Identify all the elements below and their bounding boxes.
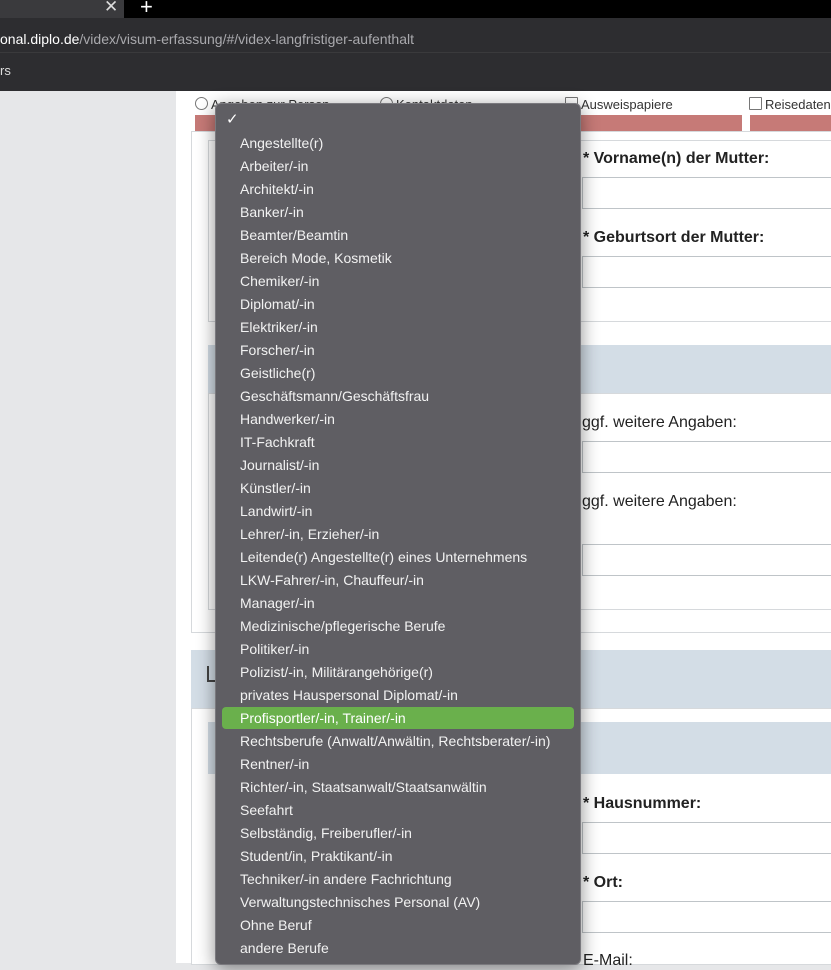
dropdown-option[interactable]: Angestellte(r) <box>222 132 574 154</box>
dropdown-option-selected[interactable]: Profisportler/-in, Trainer/-in <box>222 707 574 729</box>
mother-birthplace-input[interactable] <box>582 256 831 288</box>
close-tab-icon[interactable]: ✕ <box>104 0 118 17</box>
city-input[interactable] <box>582 901 831 933</box>
step-label: Ausweispapiere <box>581 97 673 112</box>
dropdown-option[interactable]: LKW-Fahrer/-in, Chauffeur/-in <box>222 569 574 591</box>
mother-birthplace-label: * Geburtsort der Mutter: <box>583 229 765 246</box>
city-label: * Ort: <box>583 874 623 891</box>
dropdown-option[interactable]: Geistliche(r) <box>222 362 574 384</box>
dropdown-option[interactable]: Ohne Beruf <box>222 914 574 936</box>
dropdown-option[interactable]: Forscher/-in <box>222 339 574 361</box>
dropdown-option[interactable]: Polizist/-in, Militärangehörige(r) <box>222 661 574 683</box>
dropdown-option[interactable]: Landwirt/-in <box>222 500 574 522</box>
additional-info-input[interactable] <box>582 441 831 473</box>
dropdown-option[interactable]: Bereich Mode, Kosmetik <box>222 247 574 269</box>
map-icon <box>749 97 762 110</box>
dropdown-option[interactable]: Chemiker/-in <box>222 270 574 292</box>
dropdown-option[interactable]: Geschäftsmann/Geschäftsfrau <box>222 385 574 407</box>
dropdown-option[interactable]: Richter/-in, Staatsanwalt/Staatsanwältin <box>222 776 574 798</box>
dropdown-option[interactable]: Rentner/-in <box>222 753 574 775</box>
dropdown-option[interactable]: Rechtsberufe (Anwalt/Anwältin, Rechtsber… <box>222 730 574 752</box>
dropdown-option[interactable]: Lehrer/-in, Erzieher/-in <box>222 523 574 545</box>
step-label: Reisedaten <box>765 97 831 112</box>
additional-info-label: ggf. weitere Angaben: <box>582 414 737 431</box>
mother-first-name-label: * Vorname(n) der Mutter: <box>583 150 770 167</box>
checkmark-icon: ✓ <box>226 111 239 128</box>
dropdown-option[interactable]: IT-Fachkraft <box>222 431 574 453</box>
additional-info-input[interactable] <box>582 544 831 576</box>
dropdown-option[interactable]: Elektriker/-in <box>222 316 574 338</box>
dropdown-option[interactable]: Medizinische/pflegerische Berufe <box>222 615 574 637</box>
step-progress-bar-next <box>750 115 831 131</box>
dropdown-option[interactable]: Techniker/-in andere Fachrichtung <box>222 868 574 890</box>
dropdown-option[interactable]: Arbeiter/-in <box>222 155 574 177</box>
email-label: E-Mail: <box>583 952 633 969</box>
dropdown-option[interactable]: Journalist/-in <box>222 454 574 476</box>
dropdown-option[interactable]: privates Hauspersonal Diplomat/-in <box>222 684 574 706</box>
dropdown-option[interactable]: Beamter/Beamtin <box>222 224 574 246</box>
dropdown-option[interactable]: Banker/-in <box>222 201 574 223</box>
additional-info-label: ggf. weitere Angaben: <box>582 493 737 510</box>
person-icon <box>195 97 208 110</box>
step-id-papers[interactable]: Ausweispapiere <box>565 97 673 112</box>
dropdown-option[interactable]: Künstler/-in <box>222 477 574 499</box>
new-tab-button[interactable]: + <box>140 0 153 18</box>
bookmark-fragment[interactable]: rs <box>0 63 11 78</box>
house-number-label: * Hausnummer: <box>583 795 702 812</box>
mother-first-name-input[interactable] <box>582 177 831 209</box>
tab-bar: ✕ + <box>0 0 831 18</box>
dropdown-option[interactable]: Leitende(r) Angestellte(r) eines Unterne… <box>222 546 574 568</box>
dropdown-option[interactable]: Verwaltungstechnisches Personal (AV) <box>222 891 574 913</box>
dropdown-option[interactable]: Diplomat/-in <box>222 293 574 315</box>
house-number-input[interactable] <box>582 822 831 854</box>
dropdown-option[interactable]: Architekt/-in <box>222 178 574 200</box>
dropdown-option[interactable]: Manager/-in <box>222 592 574 614</box>
dropdown-option[interactable]: Student/in, Praktikant/-in <box>222 845 574 867</box>
address-bar[interactable]: onal.diplo.de/videx/visum-erfassung/#/vi… <box>0 18 831 52</box>
occupation-dropdown-menu[interactable]: ✓ Angestellte(r) Arbeiter/-in Architekt/-i… <box>215 103 581 965</box>
step-travel-data[interactable]: Reisedaten <box>749 97 831 112</box>
dropdown-option[interactable]: Politiker/-in <box>222 638 574 660</box>
dropdown-option[interactable]: Seefahrt <box>222 799 574 821</box>
url-path: /videx/visum-erfassung/#/videx-langfrist… <box>79 31 415 47</box>
dropdown-option[interactable]: Selbständig, Freiberufler/-in <box>222 822 574 844</box>
page-left-margin <box>0 91 176 963</box>
dropdown-option[interactable]: Handwerker/-in <box>222 408 574 430</box>
bookmarks-bar: rs <box>0 52 831 92</box>
url-domain: onal.diplo.de <box>0 31 80 47</box>
dropdown-option[interactable]: andere Berufe <box>222 937 574 959</box>
